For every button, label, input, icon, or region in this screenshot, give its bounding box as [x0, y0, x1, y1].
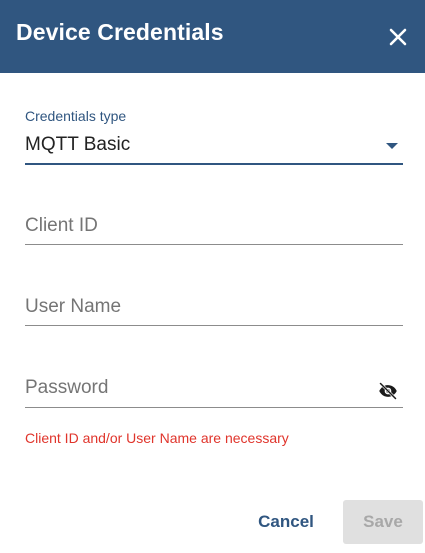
password-underline [25, 407, 403, 408]
eye-off-icon[interactable] [377, 381, 399, 401]
user-name-underline [25, 325, 403, 326]
dialog-title: Device Credentials [16, 19, 224, 45]
password-placeholder[interactable]: Password [25, 377, 108, 399]
select-underline [25, 163, 403, 165]
client-id-placeholder[interactable]: Client ID [25, 215, 98, 237]
credentials-type-value[interactable]: MQTT Basic [25, 134, 130, 156]
user-name-placeholder[interactable]: User Name [25, 296, 121, 318]
error-message: Client ID and/or User Name are necessary [25, 430, 289, 446]
close-icon[interactable] [386, 25, 410, 49]
client-id-underline [25, 244, 403, 245]
cancel-button[interactable]: Cancel [248, 503, 324, 541]
dialog-header: Device Credentials [0, 0, 425, 73]
save-button[interactable]: Save [343, 500, 423, 544]
chevron-down-icon[interactable] [385, 142, 399, 150]
credentials-type-label: Credentials type [25, 108, 127, 124]
